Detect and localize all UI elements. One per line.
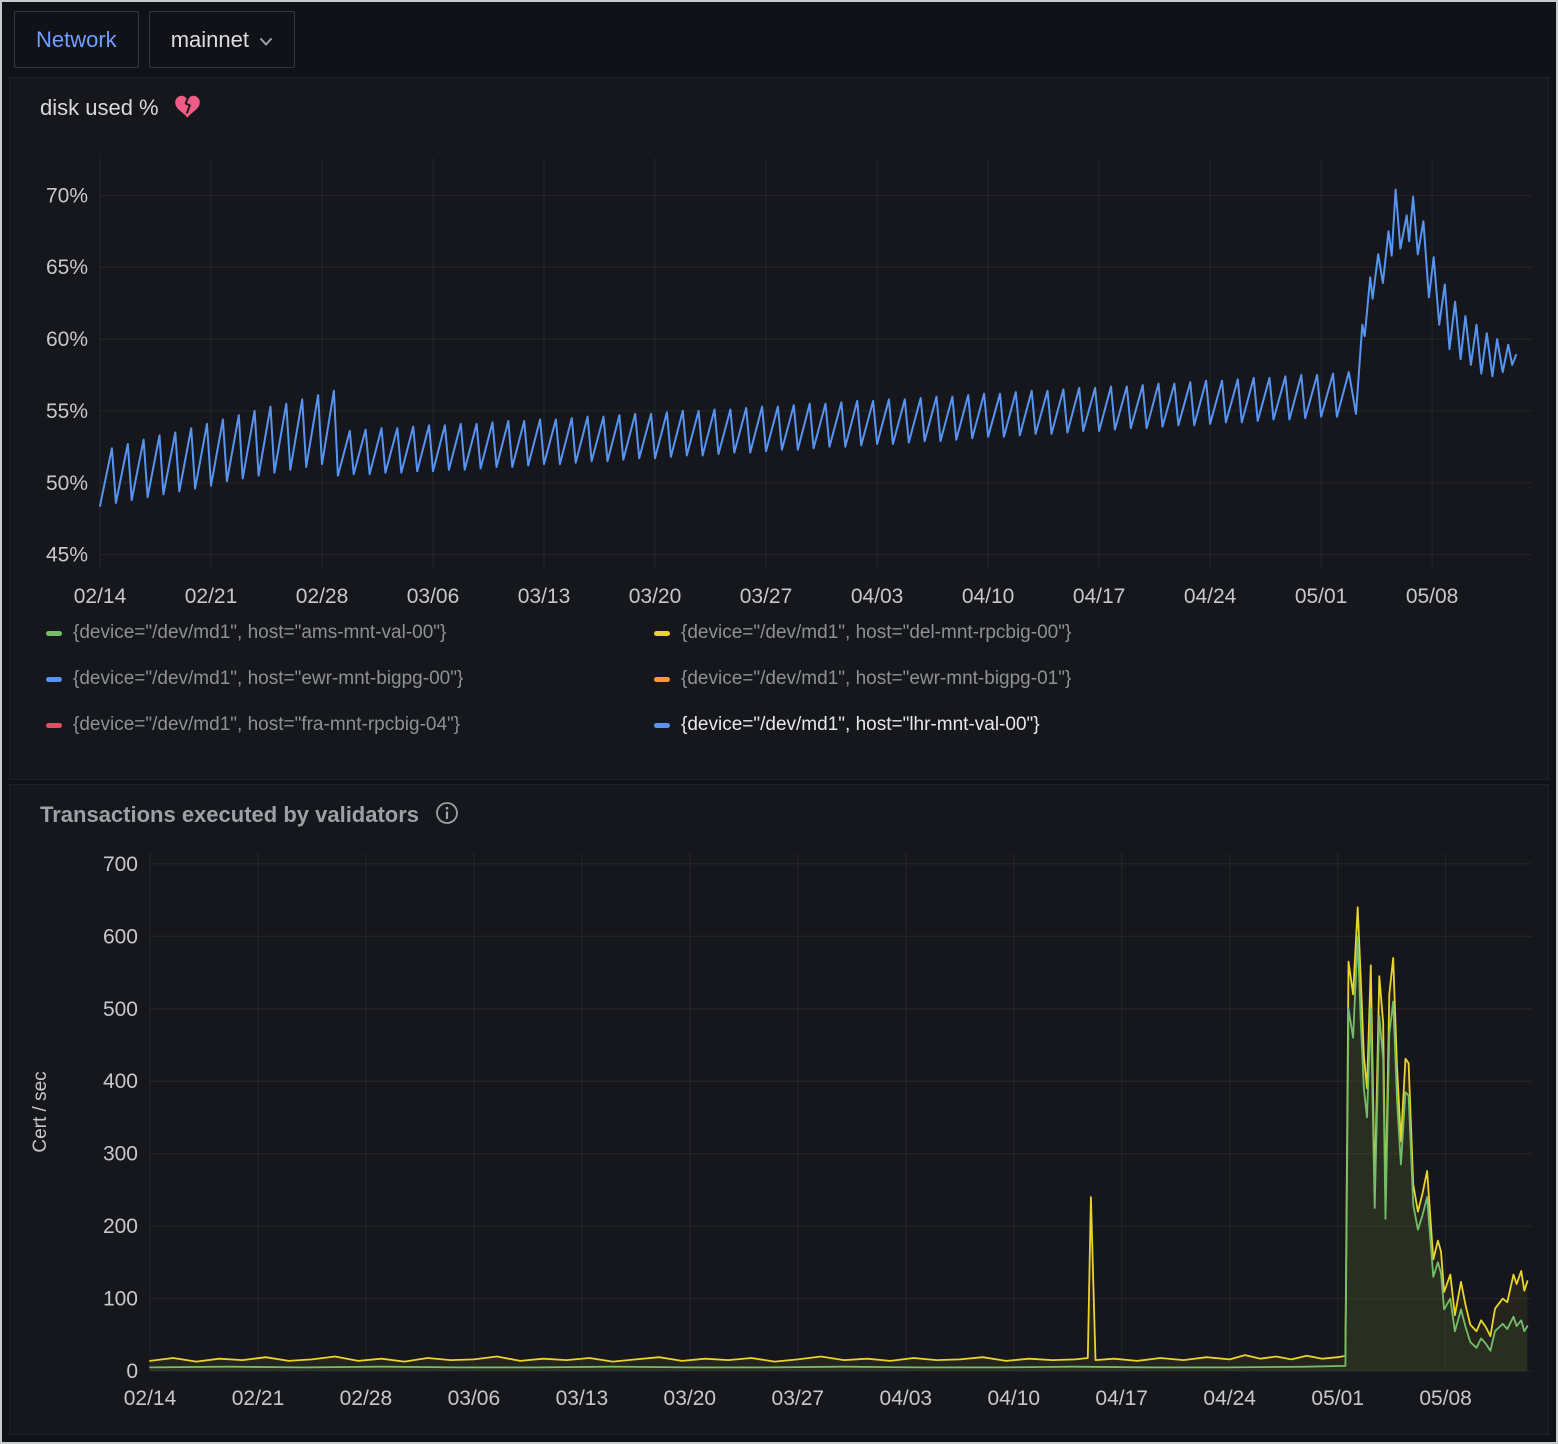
panel-title[interactable]: disk used % (40, 95, 159, 121)
panel-title[interactable]: Transactions executed by validators (40, 802, 419, 828)
disk-used-legend: {device="/dev/md1", host="ams-mnt-val-00… (10, 617, 1548, 736)
network-value: mainnet (171, 27, 249, 53)
x-axis-tick-label: 05/08 (1419, 1387, 1472, 1410)
legend-item-label: {device="/dev/md1", host="ams-mnt-val-00… (73, 623, 446, 644)
x-axis-tick-label: 02/21 (232, 1387, 285, 1410)
x-axis-tick-label: 02/14 (74, 585, 127, 608)
x-axis-tick-label: 05/01 (1295, 585, 1348, 608)
x-axis-tick-label: 05/01 (1311, 1387, 1364, 1410)
x-axis-tick-label: 03/13 (556, 1387, 609, 1410)
disk-used-panel-header: disk used % (10, 78, 1548, 122)
legend-item[interactable]: {device="/dev/md1", host="ewr-mnt-bigpg-… (46, 669, 654, 690)
y-axis-tick-label: 500 (103, 998, 138, 1021)
legend-item-label: {device="/dev/md1", host="fra-mnt-rpcbig… (73, 715, 460, 736)
dashboard-controls-bar: Network mainnet (2, 2, 1556, 77)
x-axis-tick-label: 04/24 (1184, 585, 1237, 608)
network-variable-dropdown[interactable]: mainnet (149, 11, 295, 68)
transactions-panel: Transactions executed by validators 0 100… (9, 784, 1549, 1435)
y-axis-tick-label: 600 (103, 925, 138, 948)
x-axis-tick-label: 04/17 (1095, 1387, 1148, 1410)
x-axis-tick-label: 04/10 (962, 585, 1015, 608)
legend-item-label: {device="/dev/md1", host="del-mnt-rpcbig… (681, 623, 1071, 644)
legend-item[interactable]: {device="/dev/md1", host="fra-mnt-rpcbig… (46, 715, 654, 736)
x-axis-tick-label: 04/03 (880, 1387, 933, 1410)
legend-swatch (46, 723, 62, 728)
x-axis-tick-label: 03/27 (740, 585, 793, 608)
x-axis-tick-label: 02/14 (124, 1387, 177, 1410)
x-axis-tick-label: 04/17 (1073, 585, 1126, 608)
y-axis-tick-label: 60% (46, 328, 88, 351)
x-axis-tick-label: 03/06 (448, 1387, 501, 1410)
x-axis-tick-label: 04/03 (851, 585, 904, 608)
x-axis-tick-label: 02/28 (296, 585, 349, 608)
x-axis-tick-label: 04/10 (988, 1387, 1041, 1410)
y-axis-tick-label: 55% (46, 400, 88, 423)
legend-item[interactable]: {device="/dev/md1", host="del-mnt-rpcbig… (654, 623, 1548, 644)
legend-item-label: {device="/dev/md1", host="lhr-mnt-val-00… (681, 715, 1040, 736)
transactions-panel-header: Transactions executed by validators (10, 785, 1548, 829)
x-axis-tick-label: 03/27 (772, 1387, 825, 1410)
y-axis-tick-label: 100 (103, 1288, 138, 1311)
x-axis-tick-label: 02/28 (340, 1387, 393, 1410)
legend-swatch (46, 677, 62, 682)
y-axis-tick-label: 0 (126, 1360, 138, 1383)
legend-item[interactable]: {device="/dev/md1", host="ams-mnt-val-00… (46, 623, 654, 644)
network-variable-label: Network (14, 11, 139, 68)
disk-used-chart[interactable]: 45% 50% 55% 60% 65% 70% 02/14 02/21 02/28 03/06 03… (10, 122, 1548, 617)
x-axis-tick-label: 03/13 (518, 585, 571, 608)
legend-item[interactable]: {device="/dev/md1", host="ewr-mnt-bigpg-… (654, 669, 1548, 690)
legend-swatch (46, 631, 62, 636)
legend-item[interactable]: {device="/dev/md1", host="lhr-mnt-val-00… (654, 715, 1548, 736)
y-axis-title: Cert / sec (30, 1071, 51, 1152)
y-axis-tick-label: 300 (103, 1143, 138, 1166)
disk-used-panel: disk used % 45% 50% 55% 60% 65% 70% 02/14 02/21… (9, 77, 1549, 780)
legend-swatch (654, 723, 670, 728)
broken-heart-icon (175, 95, 200, 123)
y-axis-tick-label: 200 (103, 1215, 138, 1238)
y-axis-tick-label: 65% (46, 256, 88, 279)
x-axis-tick-label: 03/20 (629, 585, 682, 608)
x-axis-tick-label: 05/08 (1406, 585, 1459, 608)
legend-item-label: {device="/dev/md1", host="ewr-mnt-bigpg-… (73, 669, 463, 690)
y-axis-tick-label: 45% (46, 544, 88, 567)
y-axis-tick-label: 400 (103, 1070, 138, 1093)
y-axis-tick-label: 50% (46, 472, 88, 495)
x-axis-tick-label: 04/24 (1203, 1387, 1256, 1410)
x-axis-tick-label: 02/21 (185, 585, 238, 608)
y-axis-tick-label: 700 (103, 853, 138, 876)
transactions-chart[interactable]: 0 100 200 300 400 500 600 700 02/14 02/21 02/28 03/… (10, 829, 1548, 1425)
info-icon[interactable] (435, 801, 459, 830)
legend-swatch (654, 677, 670, 682)
chevron-down-icon (259, 27, 273, 53)
y-axis-tick-label: 70% (46, 184, 88, 207)
x-axis-tick-label: 03/20 (664, 1387, 717, 1410)
legend-swatch (654, 631, 670, 636)
network-label: Network (36, 27, 117, 53)
x-axis-tick-label: 03/06 (407, 585, 460, 608)
legend-item-label: {device="/dev/md1", host="ewr-mnt-bigpg-… (681, 669, 1071, 690)
